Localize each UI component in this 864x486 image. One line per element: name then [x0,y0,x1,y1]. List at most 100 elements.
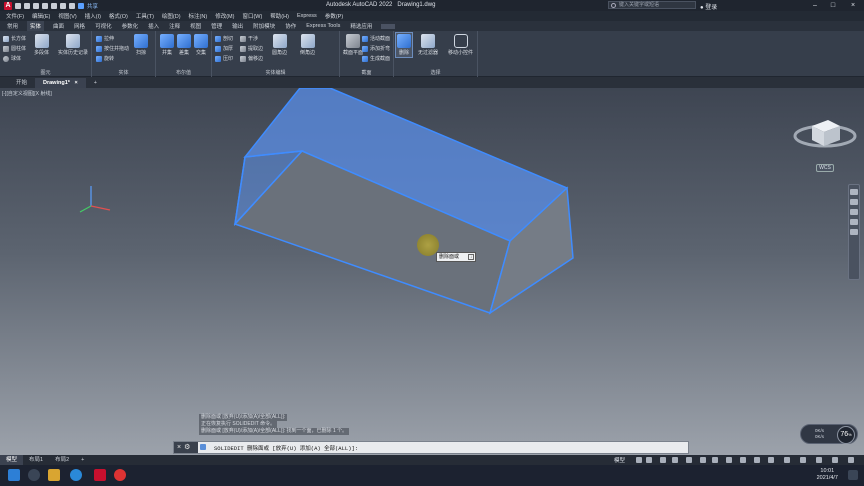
system-clock[interactable]: 10:01 2021/4/7 [817,468,838,482]
viewcube-icon[interactable] [790,100,860,170]
slice-button[interactable]: 剖切 [215,35,233,42]
tab-addins[interactable]: 附加模块 [252,22,276,30]
showmotion-icon[interactable] [850,229,858,235]
ribbon-toggle-icon[interactable] [381,23,396,29]
delete-button[interactable]: 删除 [395,32,413,58]
autocad-taskbar-icon[interactable] [94,469,106,481]
pan-icon[interactable] [850,199,858,205]
sphere-button[interactable]: 球体 [3,55,21,62]
annotation-scale-icon[interactable] [768,457,774,463]
union-button[interactable]: 并集 [160,34,174,56]
polysolid-button[interactable]: 多段体 [34,34,49,56]
revolve-button[interactable]: 旋转 [96,55,114,62]
command-line[interactable]: ×⚙ SOLIDEDIT 删除面或 [放弃(U) 添加(A) 全部(ALL)]: [173,441,689,454]
interfere-button[interactable]: 干涉 [240,35,258,42]
transparency-icon[interactable] [740,457,746,463]
3d-osnap-icon[interactable] [700,457,706,463]
layout-tab-model[interactable]: 模型 [0,455,24,465]
minimize-icon[interactable]: – [808,1,822,10]
orbit-icon[interactable] [850,219,858,225]
selection-cycling-icon[interactable] [754,457,760,463]
snap-icon[interactable] [646,457,652,463]
sweep-button[interactable]: 扫掠 [134,34,148,56]
menu-draw[interactable]: 绘图(D) [162,12,181,20]
chamfer-edge-button[interactable]: 倒角边 [300,34,315,56]
tab-annotate[interactable]: 注释 [168,22,181,30]
close-tab-icon[interactable]: × [75,80,78,86]
tab-insert[interactable]: 插入 [147,22,160,30]
tab-express-tools[interactable]: Express Tools [305,23,341,29]
tab-featured-apps[interactable]: 精选应用 [349,22,373,30]
selected-box-solid[interactable] [0,88,864,455]
tab-drawing1[interactable]: Drawing1* × [35,78,86,88]
section-plane-button[interactable]: 截面平面 [343,34,363,56]
login-button[interactable]: ● 登录 [700,2,717,11]
autocad-logo-icon[interactable]: A [4,1,12,10]
recorder-icon[interactable] [114,469,126,481]
tab-mesh[interactable]: 网格 [73,22,86,30]
search-input[interactable]: 键入关键字或短语 [608,1,696,9]
menu-window[interactable]: 窗口(W) [242,12,262,20]
subtract-button[interactable]: 差集 [177,34,191,56]
drawing-viewport[interactable]: [-][自定义视图][X 射线] 删除面或 ↓ WCS 删除面或 [放弃(U)/添… [0,88,864,455]
menu-view[interactable]: 视图(V) [58,12,76,20]
generate-section-button[interactable]: 生成截面 [362,55,390,62]
command-input[interactable]: SOLIDEDIT 删除面或 [放弃(U) 添加(A) 全部(ALL)]: [214,444,358,452]
open-file-icon[interactable] [24,2,30,9]
osnap-icon[interactable] [686,457,692,463]
close-icon[interactable]: × [846,1,860,10]
thicken-button[interactable]: 加厚 [215,45,233,52]
add-layout-icon[interactable]: + [75,455,90,465]
fullscreen-icon[interactable] [832,457,838,463]
model-space-indicator[interactable]: 模型 [614,456,625,464]
menu-parameters[interactable]: 参数(P) [325,12,343,20]
solid-history-button[interactable]: 实体历史记录 [58,34,88,56]
ortho-icon[interactable] [660,457,666,463]
tab-parametric[interactable]: 参数化 [121,22,140,30]
cylinder-button[interactable]: 圆柱体 [3,45,26,52]
isolate-icon[interactable] [816,457,822,463]
layout-tab-2[interactable]: 布局2 [49,455,75,465]
full-navigation-wheel-icon[interactable] [850,189,858,195]
share-icon[interactable] [78,2,84,9]
extract-edges-button[interactable]: 提取边 [240,45,263,52]
tab-view[interactable]: 视图 [189,22,202,30]
tab-home[interactable]: 常用 [6,22,19,30]
menu-edit[interactable]: 编辑(E) [32,12,50,20]
offset-edge-button[interactable]: 偏移边 [240,55,263,62]
menu-express[interactable]: Express [297,13,317,19]
windows-start-icon[interactable] [8,469,20,481]
intersect-button[interactable]: 交集 [194,34,208,56]
live-section-button[interactable]: 活动截面 [362,35,390,42]
menu-tools[interactable]: 工具(T) [136,12,154,20]
menu-insert[interactable]: 插入(I) [85,12,101,20]
no-filter-button[interactable]: 无过滤器 [418,34,438,56]
tab-solid[interactable]: 实体 [27,21,45,31]
new-tab-icon[interactable]: + [86,78,105,88]
fillet-edge-button[interactable]: 圆角边 [272,34,287,56]
menu-format[interactable]: 格式(O) [109,12,128,20]
layout-tab-1[interactable]: 布局1 [23,455,49,465]
zoom-icon[interactable] [850,209,858,215]
extrude-button[interactable]: 拉伸 [96,35,114,42]
tab-visualize[interactable]: 可视化 [94,22,113,30]
redo-icon[interactable] [69,2,75,9]
print-icon[interactable] [51,2,57,9]
menu-dimension[interactable]: 标注(N) [189,12,208,20]
tab-surface[interactable]: 曲面 [52,22,65,30]
new-file-icon[interactable] [15,2,21,9]
file-explorer-icon[interactable] [48,469,60,481]
menu-modify[interactable]: 修改(M) [215,12,234,20]
customize-icon[interactable]: ⚙ [184,444,193,451]
workspace-icon[interactable] [784,457,790,463]
share-button[interactable]: 共享 [87,2,98,10]
save-icon[interactable] [33,2,39,9]
tab-manage[interactable]: 管理 [210,22,223,30]
tab-collaborate[interactable]: 协作 [284,22,297,30]
menu-help[interactable]: 帮助(H) [270,12,289,20]
presspull-button[interactable]: 按住并拖动 [96,45,129,52]
app-menu-icon[interactable] [0,78,8,88]
move-gizmo-button[interactable]: 移动小控件 [448,34,473,56]
imprint-button[interactable]: 压印 [215,55,233,62]
add-jog-button[interactable]: 添加折弯 [362,45,390,52]
